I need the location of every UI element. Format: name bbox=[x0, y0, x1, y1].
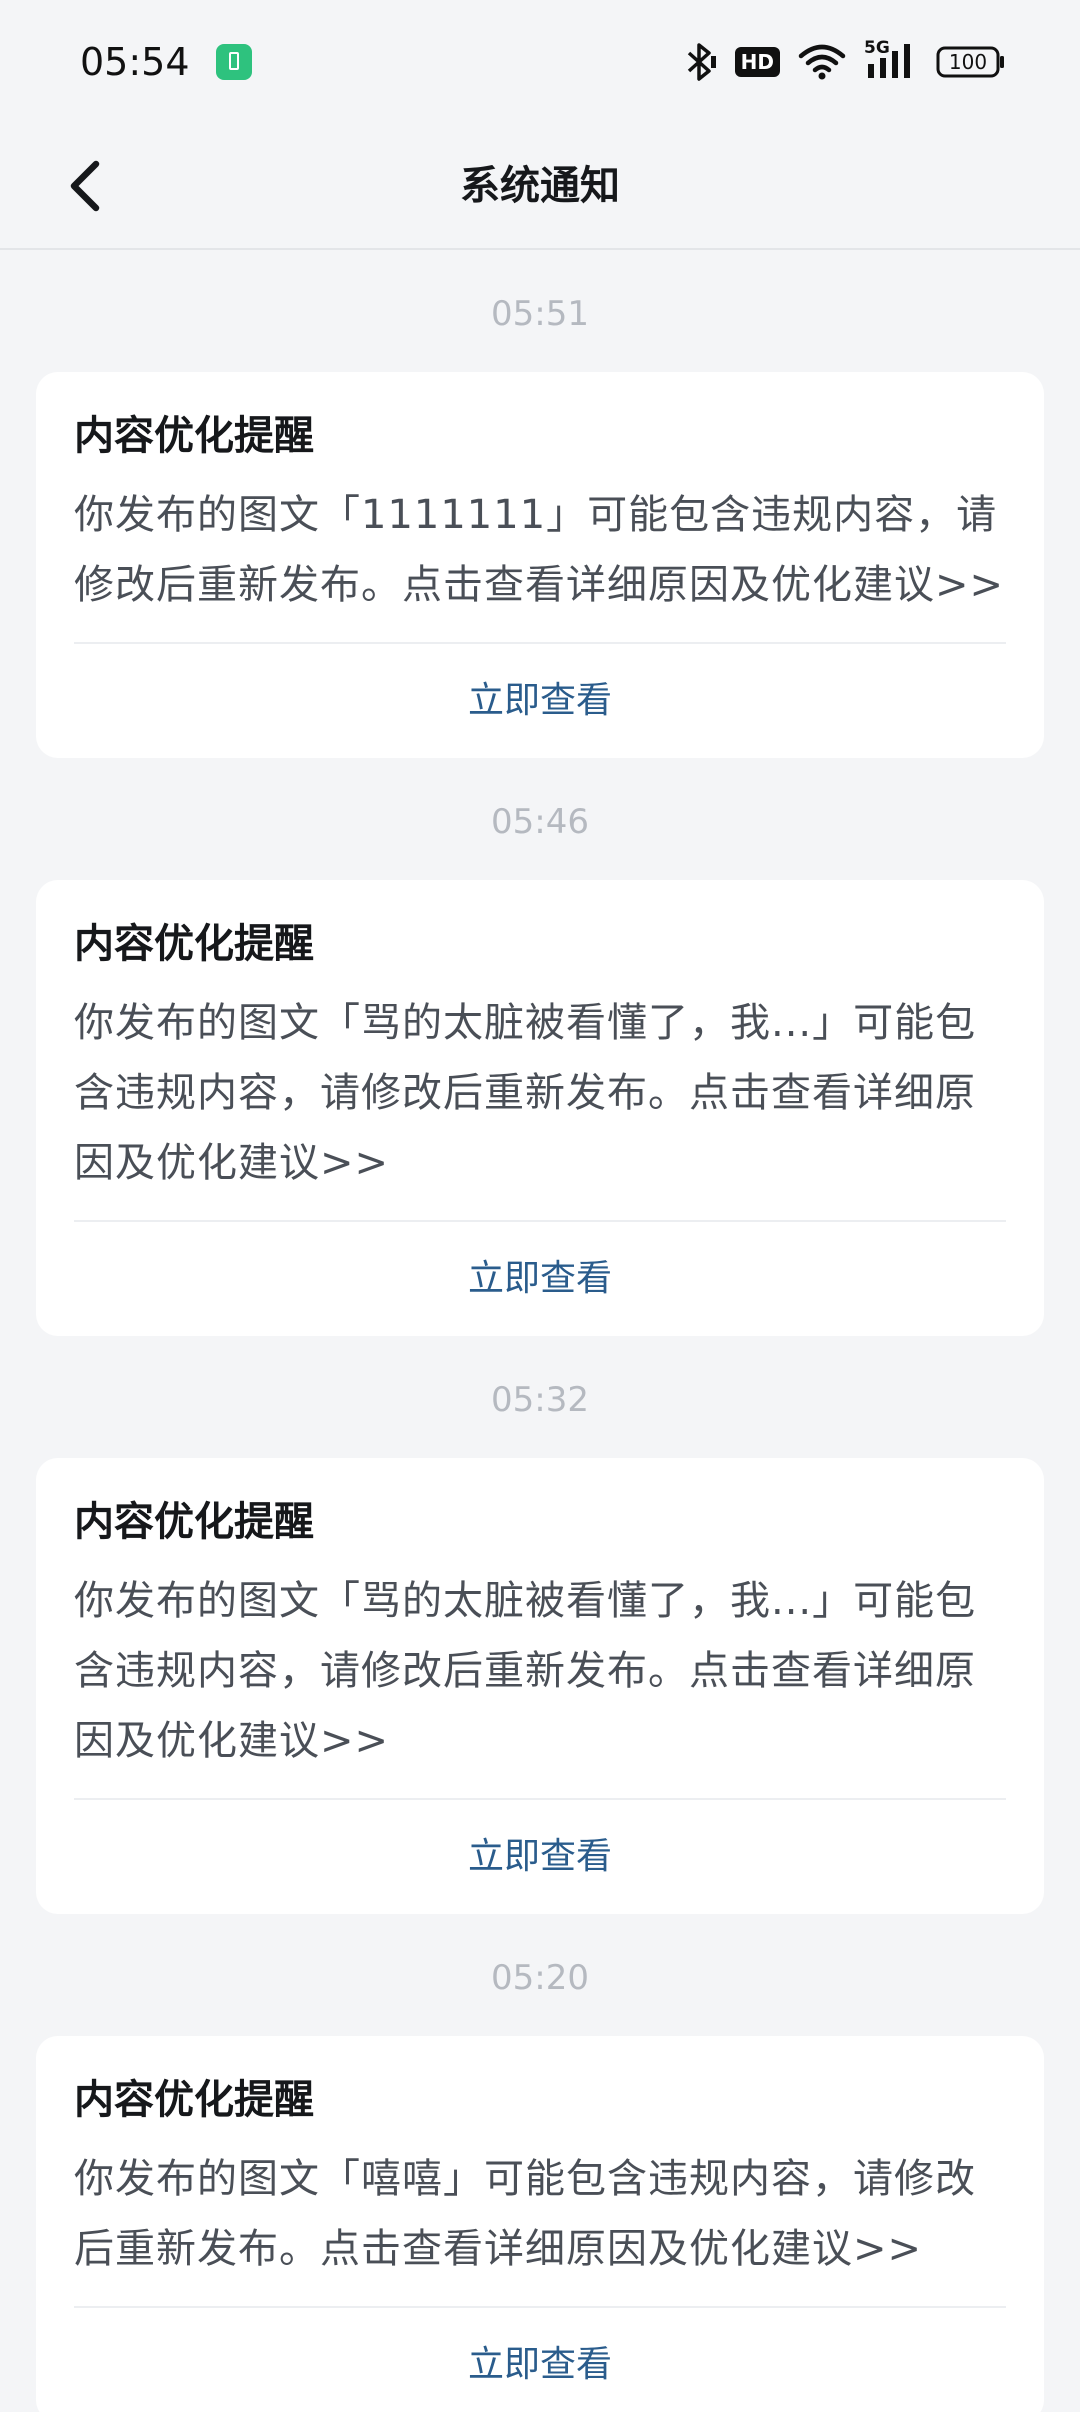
notification-title: 内容优化提醒 bbox=[74, 2077, 314, 2123]
notification-time: 05:51 bbox=[491, 294, 589, 334]
notification-title: 内容优化提醒 bbox=[74, 413, 314, 459]
notification-list[interactable]: 05:51 内容优化提醒 你发布的图文「1111111」可能包含违规内容，请修改… bbox=[0, 250, 1080, 2412]
notification-time: 05:20 bbox=[491, 1958, 589, 1998]
notification-card[interactable]: 内容优化提醒 你发布的图文「骂的太脏被看懂了，我...」可能包含违规内容，请修改… bbox=[36, 1458, 1044, 1914]
notification-title: 内容优化提醒 bbox=[74, 1499, 314, 1545]
notification-section: 05:32 内容优化提醒 你发布的图文「骂的太脏被看懂了，我...」可能包含违规… bbox=[0, 1370, 1080, 1914]
notification-body[interactable]: 你发布的图文「骂的太脏被看懂了，我...」可能包含违规内容，请修改后重新发布。点… bbox=[74, 1566, 1006, 1776]
battery-icon: 100 bbox=[936, 45, 1006, 79]
view-now-button[interactable]: 立即查看 bbox=[74, 644, 1006, 758]
wifi-icon bbox=[798, 43, 846, 81]
status-left: 05:54 bbox=[80, 40, 252, 84]
status-bar: 05:54 HD 5G 100 bbox=[0, 0, 1080, 124]
notification-body[interactable]: 你发布的图文「1111111」可能包含违规内容，请修改后重新发布。点击查看详细原… bbox=[74, 480, 1006, 620]
status-right: HD 5G 100 bbox=[683, 38, 1006, 82]
notification-section: 05:20 内容优化提醒 你发布的图文「嘻嘻」可能包含违规内容，请修改后重新发布… bbox=[0, 1948, 1080, 2412]
notification-time: 05:32 bbox=[491, 1380, 589, 1420]
page-title: 系统通知 bbox=[460, 163, 620, 209]
notification-body[interactable]: 你发布的图文「嘻嘻」可能包含违规内容，请修改后重新发布。点击查看详细原因及优化建… bbox=[74, 2144, 1006, 2284]
notification-body[interactable]: 你发布的图文「骂的太脏被看懂了，我...」可能包含违规内容，请修改后重新发布。点… bbox=[74, 988, 1006, 1198]
bluetooth-icon bbox=[683, 42, 717, 82]
notification-card[interactable]: 内容优化提醒 你发布的图文「1111111」可能包含违规内容，请修改后重新发布。… bbox=[36, 372, 1044, 758]
battery-saver-icon bbox=[215, 44, 252, 80]
view-now-button[interactable]: 立即查看 bbox=[74, 1222, 1006, 1336]
hd-icon: HD bbox=[734, 47, 780, 77]
view-now-button[interactable]: 立即查看 bbox=[74, 1800, 1006, 1914]
notification-section: 05:46 内容优化提醒 你发布的图文「骂的太脏被看懂了，我...」可能包含违规… bbox=[0, 792, 1080, 1336]
notification-time: 05:46 bbox=[491, 802, 589, 842]
nav-bar: 系统通知 bbox=[0, 124, 1080, 250]
notification-card[interactable]: 内容优化提醒 你发布的图文「嘻嘻」可能包含违规内容，请修改后重新发布。点击查看详… bbox=[36, 2036, 1044, 2412]
signal-icon: 5G bbox=[864, 38, 918, 82]
status-time: 05:54 bbox=[80, 40, 190, 84]
view-now-button[interactable]: 立即查看 bbox=[74, 2308, 1006, 2412]
notification-card[interactable]: 内容优化提醒 你发布的图文「骂的太脏被看懂了，我...」可能包含违规内容，请修改… bbox=[36, 880, 1044, 1336]
notification-section: 05:51 内容优化提醒 你发布的图文「1111111」可能包含违规内容，请修改… bbox=[0, 284, 1080, 758]
notification-title: 内容优化提醒 bbox=[74, 921, 314, 967]
